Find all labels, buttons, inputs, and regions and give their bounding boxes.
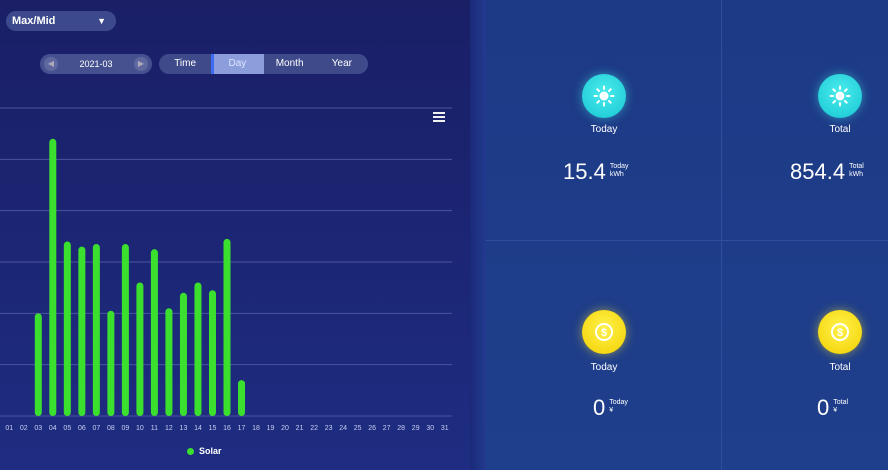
svg-text:$: $ bbox=[601, 327, 607, 339]
bar-15[interactable] bbox=[208, 290, 216, 416]
bar-13[interactable] bbox=[179, 292, 187, 416]
x-tick-label: 14 bbox=[194, 425, 202, 432]
svg-text:$: $ bbox=[837, 327, 843, 339]
bar-06[interactable] bbox=[78, 246, 86, 416]
tab-time[interactable]: Time bbox=[159, 54, 211, 74]
date-picker[interactable]: ◀ 2021-03 ▶ bbox=[40, 54, 152, 74]
energy-total-unit: kWh bbox=[849, 171, 864, 178]
tab-day[interactable]: Day bbox=[211, 54, 264, 74]
x-tick-label: 06 bbox=[78, 425, 86, 432]
next-date-icon[interactable]: ▶ bbox=[134, 57, 148, 71]
bar-17[interactable] bbox=[238, 380, 246, 416]
x-tick-label: 23 bbox=[325, 425, 333, 432]
income-today-meta: Today bbox=[609, 399, 628, 406]
income-today-label: Today bbox=[590, 362, 618, 373]
x-tick-label: 02 bbox=[20, 425, 28, 432]
income-today-stat: 0 Today ¥ bbox=[593, 396, 628, 420]
bar-09[interactable] bbox=[121, 244, 129, 416]
sun-icon bbox=[818, 74, 862, 118]
x-tick-label: 31 bbox=[441, 425, 449, 432]
bar-08[interactable] bbox=[107, 310, 115, 416]
x-tick-label: 01 bbox=[5, 425, 13, 432]
x-tick-label: 12 bbox=[165, 425, 173, 432]
bar-16[interactable] bbox=[223, 238, 231, 416]
bar-11[interactable] bbox=[150, 249, 158, 416]
energy-total-label: Total bbox=[829, 124, 851, 135]
coin-icon: $ bbox=[582, 310, 626, 354]
device-select[interactable]: Max/Mid ▼ bbox=[6, 11, 116, 31]
income-today-value: 0 bbox=[593, 395, 606, 420]
energy-today-label: Today bbox=[590, 124, 618, 135]
legend-label: Solar bbox=[199, 446, 222, 456]
bar-07[interactable] bbox=[92, 244, 100, 416]
x-tick-label: 20 bbox=[281, 425, 289, 432]
income-total-meta: Total bbox=[833, 399, 849, 406]
x-tick-label: 30 bbox=[426, 425, 434, 432]
x-tick-label: 10 bbox=[136, 425, 144, 432]
income-today-currency: ¥ bbox=[609, 407, 614, 414]
device-select-value: Max/Mid bbox=[12, 15, 56, 27]
x-tick-label: 15 bbox=[209, 425, 217, 432]
energy-today-stat: 15.4 Today kWh bbox=[563, 160, 629, 184]
energy-today-value: 15.4 bbox=[563, 159, 606, 184]
tab-month[interactable]: Month bbox=[264, 54, 316, 74]
chevron-down-icon: ▼ bbox=[97, 16, 106, 26]
income-total-currency: ¥ bbox=[833, 407, 838, 414]
income-total-stat: 0 Total ¥ bbox=[817, 396, 848, 420]
bar-03[interactable] bbox=[34, 313, 42, 416]
sun-icon bbox=[582, 74, 626, 118]
x-tick-label: 17 bbox=[238, 425, 246, 432]
x-tick-label: 16 bbox=[223, 425, 231, 432]
bar-10[interactable] bbox=[136, 282, 144, 416]
bar-14[interactable] bbox=[194, 282, 202, 416]
x-tick-label: 21 bbox=[296, 425, 304, 432]
energy-total-stat: 854.4 Total kWh bbox=[790, 160, 864, 184]
x-tick-label: 28 bbox=[397, 425, 405, 432]
legend-swatch bbox=[187, 447, 194, 455]
period-tabs: Time Day Month Year bbox=[159, 54, 368, 74]
chart-legend[interactable]: Solar bbox=[187, 446, 222, 456]
income-total-value: 0 bbox=[817, 395, 830, 420]
x-tick-label: 24 bbox=[339, 425, 347, 432]
x-tick-label: 05 bbox=[63, 425, 71, 432]
energy-today-unit: kWh bbox=[609, 171, 624, 178]
x-tick-label: 09 bbox=[121, 425, 129, 432]
bar-12[interactable] bbox=[165, 308, 173, 416]
bar-05[interactable] bbox=[63, 241, 71, 416]
tab-year[interactable]: Year bbox=[316, 54, 368, 74]
x-tick-label: 19 bbox=[267, 425, 275, 432]
x-tick-label: 08 bbox=[107, 425, 115, 432]
x-tick-label: 07 bbox=[92, 425, 100, 432]
stats-divider-horizontal bbox=[486, 240, 888, 241]
chart-panel: Max/Mid ▼ ◀ 2021-03 ▶ Time Day Month Yea… bbox=[0, 0, 470, 470]
x-tick-label: 11 bbox=[151, 425, 158, 432]
x-tick-label: 22 bbox=[310, 425, 318, 432]
x-tick-label: 18 bbox=[252, 425, 260, 432]
x-tick-label: 03 bbox=[34, 425, 42, 432]
energy-today-meta: Today bbox=[609, 163, 629, 170]
energy-total-value: 854.4 bbox=[790, 159, 846, 184]
x-tick-label: 26 bbox=[368, 425, 376, 432]
x-tick-label: 27 bbox=[383, 425, 391, 432]
panel-divider bbox=[470, 0, 486, 470]
x-tick-label: 29 bbox=[412, 425, 420, 432]
x-tick-label: 25 bbox=[354, 425, 362, 432]
income-total-label: Total bbox=[829, 362, 851, 373]
energy-total-meta: Total bbox=[849, 163, 864, 170]
bar-04[interactable] bbox=[49, 138, 57, 417]
coin-icon: $ bbox=[818, 310, 862, 354]
stats-divider-vertical bbox=[721, 0, 722, 470]
x-tick-label: 04 bbox=[49, 425, 57, 432]
x-tick-label: 13 bbox=[180, 425, 188, 432]
solar-bar-chart: 01 02 03 04 05 06 07 08 09 10 11 12 13 14 15 16 17 18 19 20… bbox=[0, 107, 452, 432]
